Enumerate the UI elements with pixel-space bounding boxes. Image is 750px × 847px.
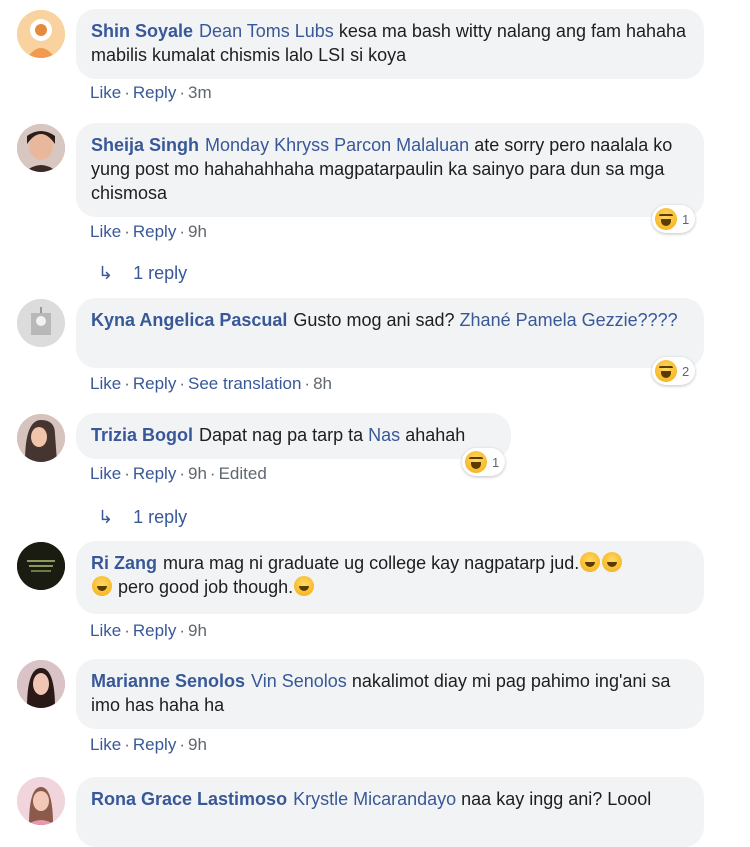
reaction-summary[interactable]: 2 <box>652 357 696 385</box>
reaction-summary[interactable]: 1 <box>462 448 506 476</box>
like-link[interactable]: Like <box>90 621 121 640</box>
reply-link[interactable]: Reply <box>133 374 176 393</box>
comment-bubble: Shin Soyale Dean Toms Lubs kesa ma bash w… <box>76 9 704 79</box>
comment-actions: Like · Reply · 3m <box>90 83 212 102</box>
avatar[interactable] <box>17 777 65 825</box>
replies-count: 1 reply <box>133 507 188 527</box>
like-link[interactable]: Like <box>90 735 121 754</box>
avatar[interactable] <box>17 124 65 172</box>
reply-link[interactable]: Reply <box>133 735 176 754</box>
haha-reaction-icon <box>465 451 487 473</box>
reply-arrow-icon: ↳ <box>98 507 114 527</box>
avatar[interactable] <box>17 542 65 590</box>
comment-text: Gusto mog ani sad? <box>293 310 455 330</box>
comment-bubble: Sheija Singh Monday Khryss Parcon Malalua… <box>76 123 704 217</box>
comment-bubble: Kyna Angelica Pascual Gusto mog ani sad? … <box>76 298 704 368</box>
avatar[interactable] <box>17 299 65 347</box>
grimacing-emoji-icon <box>294 576 315 596</box>
mention-link[interactable]: Nas <box>368 425 400 445</box>
comment-bubble: Trizia Bogol Dapat nag pa tarp ta Nas aha… <box>76 413 511 459</box>
avatar[interactable] <box>17 660 65 708</box>
reply-link[interactable]: Reply <box>133 83 176 102</box>
commenter-name[interactable]: Trizia Bogol <box>91 425 193 445</box>
see-translation-link[interactable]: See translation <box>188 374 301 393</box>
reply-link[interactable]: Reply <box>133 222 176 241</box>
comment-time[interactable]: 9h <box>188 621 207 640</box>
comment-actions: Like · Reply · 9h · Edited <box>90 464 267 483</box>
comment-time[interactable]: 8h <box>313 374 332 393</box>
reaction-count: 1 <box>492 454 500 470</box>
mention-link[interactable]: Krystle Micarandayo <box>293 789 456 809</box>
grinning-squinting-emoji-icon <box>580 552 601 572</box>
reply-link[interactable]: Reply <box>133 464 176 483</box>
reaction-count: 2 <box>682 363 690 379</box>
like-link[interactable]: Like <box>90 83 121 102</box>
mention-link[interactable]: Monday Khryss Parcon Malaluan <box>205 135 469 155</box>
comment-actions: Like · Reply · See translation · 8h <box>90 374 332 393</box>
comment-time[interactable]: 9h <box>188 735 207 754</box>
like-link[interactable]: Like <box>90 222 121 241</box>
like-link[interactable]: Like <box>90 464 121 483</box>
commenter-name[interactable]: Marianne Senolos <box>91 671 245 691</box>
view-replies-link[interactable]: ↳ 1 reply <box>98 263 187 284</box>
commenter-name[interactable]: Sheija Singh <box>91 135 199 155</box>
comment-time[interactable]: 9h <box>188 222 207 241</box>
comment-text: Dapat nag pa tarp ta <box>199 425 364 445</box>
haha-reaction-icon <box>655 208 677 230</box>
comment-actions: Like · Reply · 9h <box>90 222 207 241</box>
haha-reaction-icon <box>655 360 677 382</box>
comment-bubble: Ri Zang mura mag ni graduate ug college k… <box>76 541 704 614</box>
grinning-squinting-emoji-icon <box>602 552 623 572</box>
commenter-name[interactable]: Shin Soyale <box>91 21 193 41</box>
avatar[interactable] <box>17 10 65 58</box>
commenter-name[interactable]: Ri Zang <box>91 553 157 573</box>
replies-count: 1 reply <box>133 263 188 283</box>
comment-time[interactable]: 3m <box>188 83 212 102</box>
comment-bubble: Rona Grace Lastimoso Krystle Micarandayo … <box>76 777 704 847</box>
mention-link[interactable]: Vin Senolos <box>251 671 347 691</box>
mention-link[interactable]: Dean Toms Lubs <box>199 21 334 41</box>
commenter-name[interactable]: Kyna Angelica Pascual <box>91 310 287 330</box>
mention-link[interactable]: Zhané Pamela Gezzie???? <box>460 310 678 330</box>
comment-actions: Like · Reply · 9h <box>90 621 207 640</box>
like-link[interactable]: Like <box>90 374 121 393</box>
comment-text: naa kay ingg ani? Loool <box>461 789 652 809</box>
comment-bubble: Marianne Senolos Vin Senolos nakalimot di… <box>76 659 704 729</box>
view-replies-link[interactable]: ↳ 1 reply <box>98 507 187 528</box>
grinning-squinting-emoji-icon <box>92 576 112 596</box>
avatar[interactable] <box>17 414 65 462</box>
comment-actions: Like · Reply · 9h <box>90 735 207 754</box>
commenter-name[interactable]: Rona Grace Lastimoso <box>91 789 287 809</box>
reply-link[interactable]: Reply <box>133 621 176 640</box>
comment-time[interactable]: 9h <box>188 464 207 483</box>
reply-arrow-icon: ↳ <box>98 263 114 283</box>
edited-label[interactable]: Edited <box>219 464 267 483</box>
reaction-summary[interactable]: 1 <box>652 205 696 233</box>
comment-text: ahahah <box>405 425 466 445</box>
comment-text: mura mag ni graduate ug college kay nagp… <box>163 553 580 573</box>
reaction-count: 1 <box>682 211 690 227</box>
comment-text: pero good job though. <box>118 577 294 597</box>
